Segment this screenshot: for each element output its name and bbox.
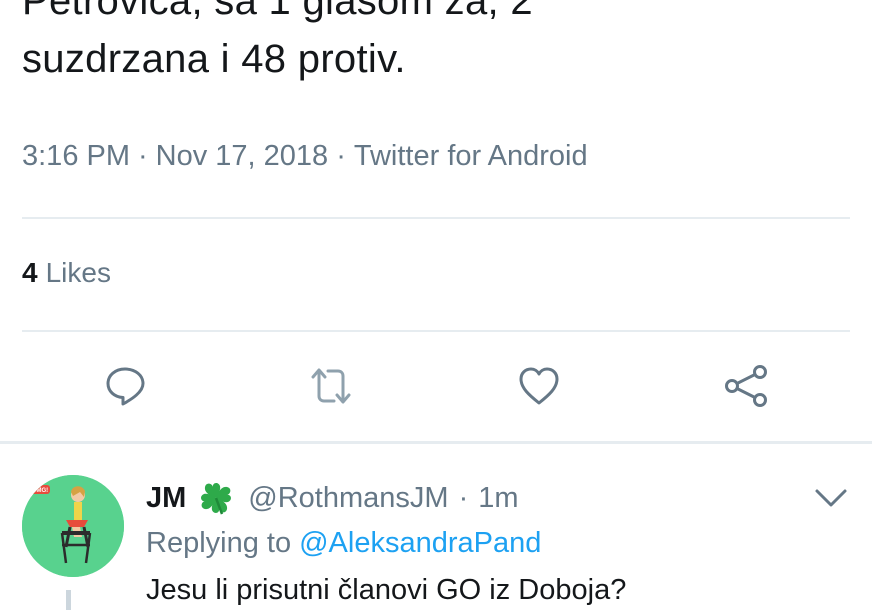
share-button[interactable]	[724, 364, 768, 408]
four-leaf-clover-icon	[201, 483, 232, 515]
replying-to: Replying to @AleksandraPand	[146, 527, 541, 560]
chevron-down-icon[interactable]	[812, 484, 850, 512]
tweet-date: Nov 17, 2018	[155, 140, 329, 172]
tweet-text: Petrovića, sa 1 glasom za, 2 suzdrzana i…	[22, 0, 852, 88]
tweet-metadata: 3:16 PM · Nov 17, 2018 · Twitter for Android	[22, 140, 588, 173]
like-icon	[519, 367, 559, 405]
reply-handle[interactable]: @RothmansJM	[248, 482, 448, 515]
share-icon	[725, 365, 767, 407]
avatar-illustration: OMG!	[22, 475, 124, 577]
avatar[interactable]: OMG!	[22, 475, 124, 577]
reply-time: 1m	[478, 481, 519, 514]
reply-button[interactable]	[104, 364, 148, 408]
meta-separator: ·	[336, 140, 346, 172]
reply-author-name[interactable]: JM	[146, 482, 186, 515]
divider	[22, 217, 850, 219]
replying-to-mention[interactable]: @AleksandraPand	[299, 527, 541, 559]
replying-to-label: Replying to	[146, 527, 292, 559]
avatar-badge-text: OMG!	[32, 488, 48, 494]
reply-separator: ·	[458, 481, 469, 514]
section-divider	[0, 441, 872, 444]
reply-text: Jesu li prisutni članovi GO iz Doboja?	[146, 574, 627, 606]
thread-line	[66, 590, 71, 610]
tweet-text-line-2: suzdrzana i 48 protiv.	[22, 37, 406, 81]
tweet-time: 3:16 PM	[22, 140, 130, 172]
likes-label: Likes	[45, 257, 111, 288]
likes-count: 4	[22, 257, 38, 288]
meta-separator: ·	[138, 140, 148, 172]
likes-link[interactable]: 4 Likes	[22, 257, 111, 289]
reply-header: JM @RothmansJM · 1m	[146, 478, 519, 518]
retweet-icon	[311, 368, 351, 404]
tweet-source-link[interactable]: Twitter for Android	[354, 140, 588, 172]
reply-icon	[106, 367, 145, 406]
like-button[interactable]	[517, 364, 561, 408]
tweet-text-line-1: Petrovića, sa 1 glasom za, 2	[22, 0, 533, 23]
divider	[22, 330, 850, 332]
retweet-button[interactable]	[309, 364, 353, 408]
